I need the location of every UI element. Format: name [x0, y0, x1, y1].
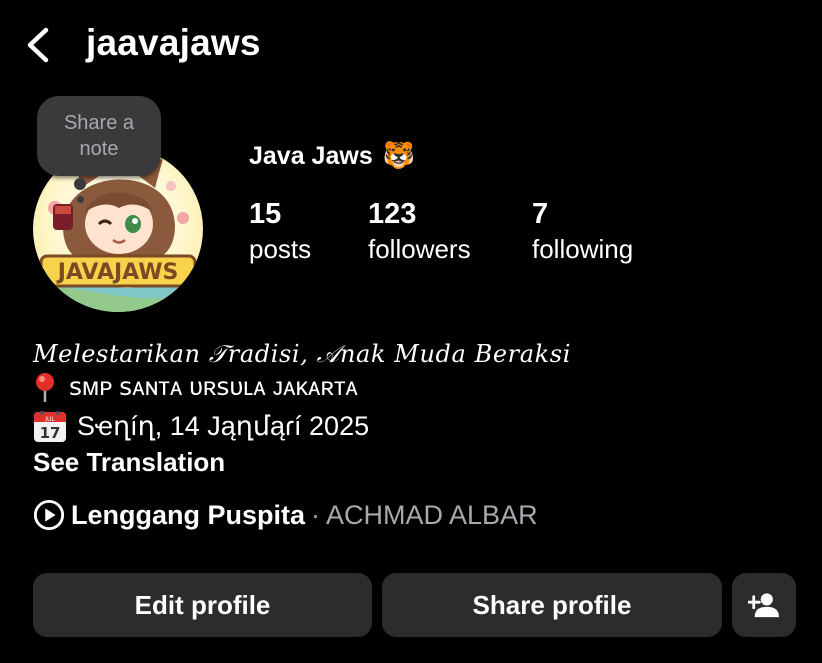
bio-location-text: ꜱᴍᴘ ꜱᴀɴᴛᴀ ᴜʀꜱᴜʟᴀ ᴊᴀᴋᴀʀᴛᴀ: [69, 373, 358, 401]
following-label: following: [532, 234, 634, 264]
stat-following[interactable]: 7 following: [532, 197, 633, 267]
following-count: 7: [532, 198, 549, 230]
posts-count: 15: [249, 198, 282, 230]
back-button[interactable]: [22, 24, 58, 66]
bio-tagline: 𝑀𝑒𝑙𝑒𝑠𝑡𝑎𝑟𝑖𝑘𝑎𝑛 𝒯𝑟𝑎𝑑𝑖𝑠𝑖, 𝒜𝑛𝑎𝑘 𝑀𝑢𝑑𝑎 𝐵𝑒𝑟𝑎𝑘𝑠𝑖: [33, 340, 571, 368]
share-profile-label: Share profile: [472, 589, 632, 620]
svg-text:JUL: JUL: [44, 416, 55, 423]
bio-location: ꜱᴍᴘ ꜱᴀɴᴛᴀ ᴜʀꜱᴜʟᴀ ᴊᴀᴋᴀʀᴛᴀ: [33, 372, 358, 402]
discover-people-button[interactable]: [732, 573, 796, 637]
share-note-label: Share a note: [63, 112, 135, 160]
bio-date: JUL 17 Ѕҽղíղ, 14 Jąղմąɾí 2025: [33, 409, 369, 443]
followers-label: followers: [368, 234, 471, 264]
tiger-face-emoji: 🐯: [382, 141, 416, 171]
note-bubble-tail-small: [77, 196, 84, 203]
chevron-left-icon: [27, 27, 49, 63]
display-name-text: Java Jaws: [249, 141, 373, 170]
share-note-bubble[interactable]: Share a note: [37, 96, 161, 176]
stat-followers[interactable]: 123 followers: [368, 197, 471, 267]
display-name: Java Jaws 🐯: [249, 141, 415, 171]
play-circle-icon: [33, 499, 65, 531]
song-artist: ACHMAD ALBAR: [326, 499, 538, 530]
round-pushpin-icon: [36, 373, 54, 402]
stat-posts[interactable]: 15 posts: [249, 197, 311, 267]
edit-profile-label: Edit profile: [134, 589, 271, 620]
edit-profile-button[interactable]: Edit profile: [33, 573, 372, 637]
profile-username: jaavajaws: [86, 22, 261, 63]
svg-text:17: 17: [40, 424, 61, 442]
see-translation-link[interactable]: See Translation: [33, 447, 225, 478]
bio-date-text: Ѕҽղíղ, 14 Jąղմąɾí 2025: [77, 410, 370, 441]
share-profile-button[interactable]: Share profile: [382, 573, 722, 637]
followers-count: 123: [368, 198, 417, 230]
add-person-icon: [748, 593, 779, 618]
svg-text:JAVAJAWS: JAVAJAWS: [56, 260, 179, 285]
calendar-icon: JUL 17: [34, 411, 66, 442]
profile-music[interactable]: Lenggang Puspita · ACHMAD ALBAR: [33, 499, 538, 531]
song-title: Lenggang Puspita: [71, 499, 306, 530]
note-bubble-tail: [74, 178, 86, 190]
posts-label: posts: [249, 234, 312, 264]
music-separator: ·: [311, 499, 321, 530]
